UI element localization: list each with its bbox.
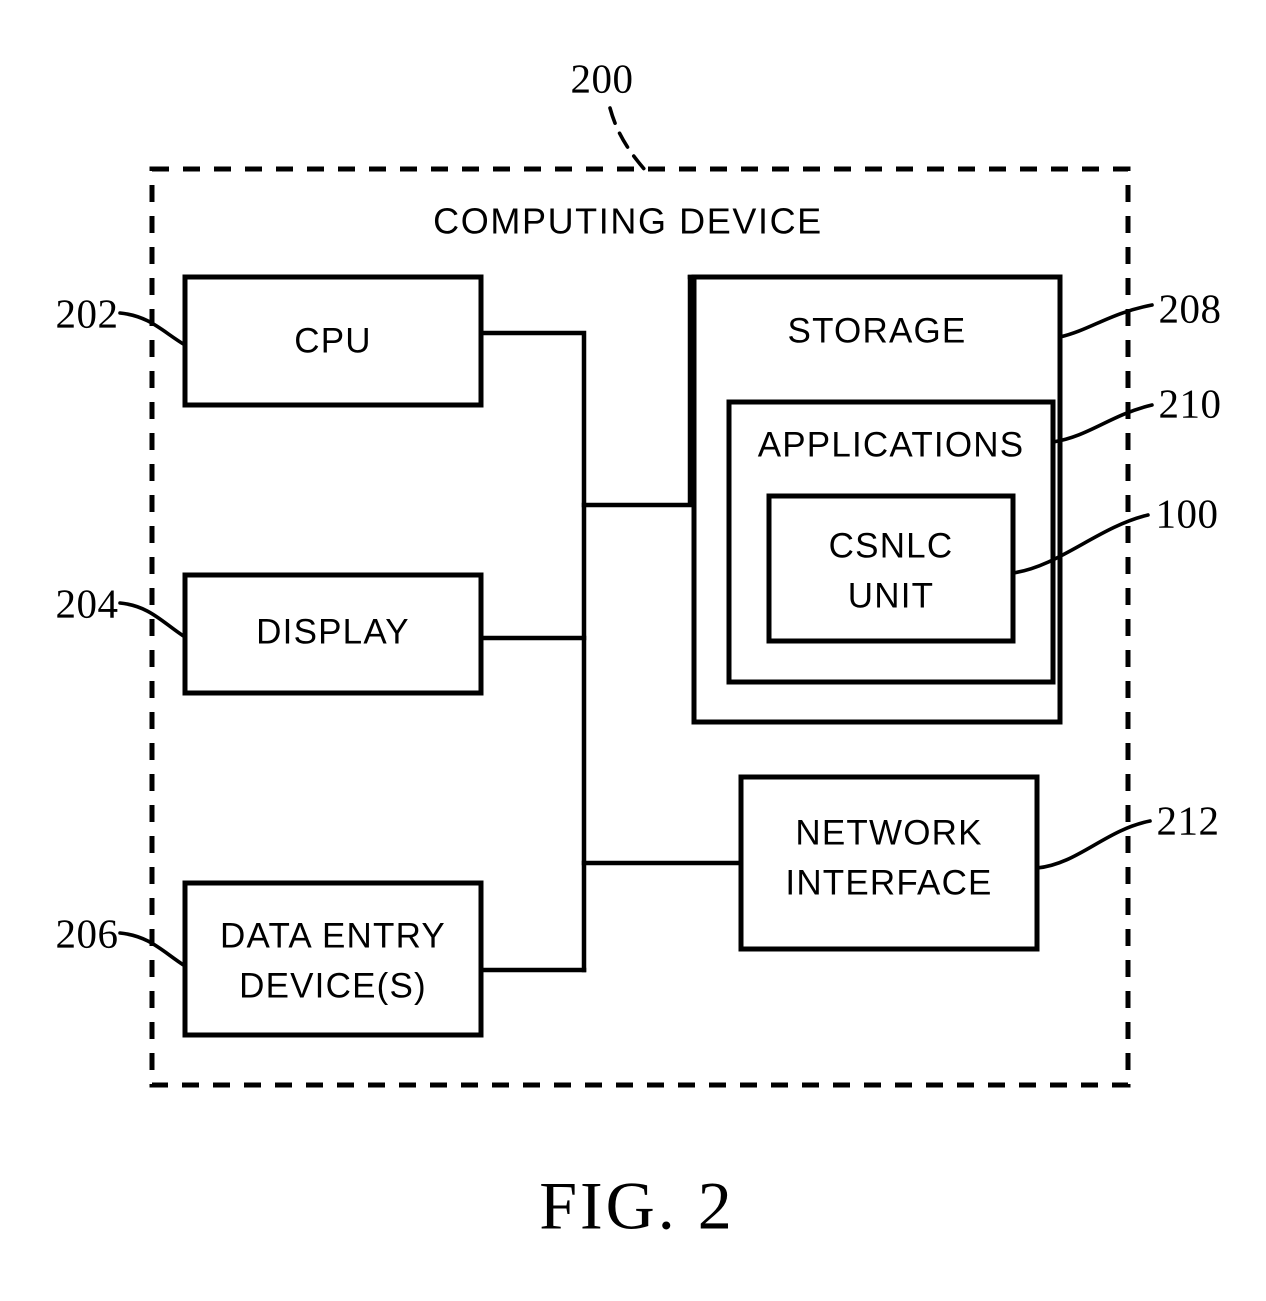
block-cpu[interactable]: CPU	[182, 274, 484, 408]
bus-lines	[478, 274, 744, 973]
csnlc-label-line2: UNIT	[848, 576, 934, 615]
ref-206: 206	[56, 910, 187, 968]
block-display[interactable]: DISPLAY	[182, 572, 484, 696]
ref-206-label: 206	[56, 910, 119, 956]
ref-100: 100	[1011, 490, 1219, 575]
ref-210-label: 210	[1159, 380, 1222, 426]
data-entry-label-line1: DATA ENTRY	[220, 916, 446, 955]
cpu-label: CPU	[294, 321, 372, 360]
ref-100-label: 100	[1156, 490, 1219, 536]
network-label-line1: NETWORK	[795, 813, 982, 852]
block-diagram: CPU 202 DISPLAY 204 DATA ENTRY DEVICE(S)…	[56, 55, 1222, 1244]
ref-208: 208	[1058, 285, 1222, 339]
block-storage[interactable]: STORAGE	[691, 274, 1063, 725]
computing-device-title: COMPUTING DEVICE	[433, 201, 823, 242]
applications-label: APPLICATIONS	[758, 425, 1025, 464]
ref-200-leader	[608, 106, 647, 172]
ref-202-label: 202	[56, 290, 119, 336]
storage-label: STORAGE	[788, 311, 967, 350]
ref-204-label: 204	[56, 580, 119, 626]
ref-210: 210	[1051, 380, 1222, 444]
network-label-line2: INTERFACE	[785, 863, 992, 902]
data-entry-box[interactable]	[182, 880, 484, 1038]
block-csnlc-unit[interactable]: CSNLC UNIT	[766, 493, 1016, 644]
ref-204: 204	[56, 580, 187, 639]
display-label: DISPLAY	[256, 612, 410, 651]
data-entry-label-line2: DEVICE(S)	[239, 966, 427, 1005]
block-data-entry[interactable]: DATA ENTRY DEVICE(S)	[182, 880, 484, 1038]
csnlc-label-line1: CSNLC	[829, 526, 954, 565]
ref-208-label: 208	[1159, 285, 1222, 331]
ref-200-label: 200	[571, 55, 634, 101]
figure-caption: FIG. 2	[539, 1168, 735, 1244]
ref-212-label: 212	[1157, 797, 1220, 843]
figure-container: CPU 202 DISPLAY 204 DATA ENTRY DEVICE(S)…	[0, 0, 1266, 1301]
ref-202: 202	[56, 290, 187, 347]
block-network-interface[interactable]: NETWORK INTERFACE	[738, 774, 1040, 952]
csnlc-unit-box[interactable]	[766, 493, 1016, 644]
